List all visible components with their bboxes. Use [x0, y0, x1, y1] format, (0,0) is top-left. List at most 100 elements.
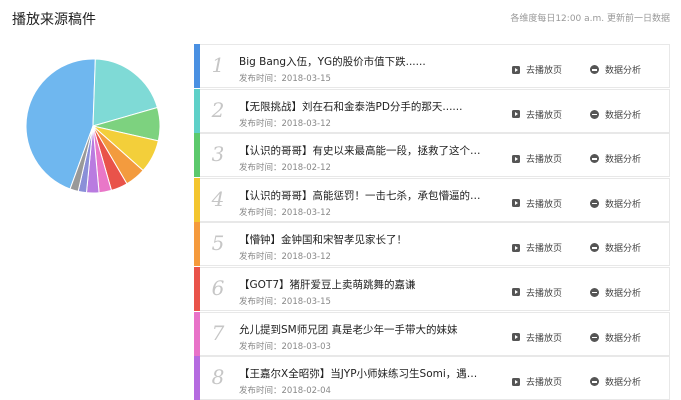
list-item: 6 【GOT7】猪肝爱豆上卖萌跳舞的嘉谦 发布时间：2018-03-15 去播放…: [194, 266, 670, 311]
go-play-page-button[interactable]: 去播放页: [512, 331, 562, 344]
publish-date-value: 2018-03-03: [281, 341, 331, 352]
go-play-page-label: 去播放页: [526, 66, 563, 76]
publish-date-prefix: 发布时间：: [239, 163, 282, 174]
go-play-page-button[interactable]: 去播放页: [512, 197, 562, 210]
go-play-page-button[interactable]: 去播放页: [512, 241, 562, 254]
publish-date: 发布时间：2018-02-12: [239, 161, 331, 173]
play-icon: [512, 199, 520, 208]
analysis-icon: [590, 377, 599, 387]
play-icon: [512, 243, 520, 252]
publish-date-prefix: 发布时间：: [239, 118, 282, 129]
list-item: 8 【王嘉尔X全昭弥】当JYP小师妹练习生Somi，遇到师... 发布时间：20…: [194, 356, 670, 400]
rank-number: 8: [211, 365, 225, 390]
data-analysis-label: 数据分析: [605, 378, 642, 389]
analysis-icon: [590, 154, 599, 164]
video-title[interactable]: 【GOT7】猪肝爱豆上卖萌跳舞的嘉谦: [239, 277, 487, 292]
go-play-page-button[interactable]: 去播放页: [512, 375, 562, 388]
go-play-page-label: 去播放页: [526, 244, 563, 255]
pie-svg: [25, 58, 161, 194]
publish-date: 发布时间：2018-02-04: [239, 384, 331, 396]
list-item: 5 【懵钟】金钟国和宋智孝见家长了！ 发布时间：2018-03-12 去播放页 …: [194, 222, 670, 267]
rank-color-bar: [194, 177, 200, 222]
data-analysis-button[interactable]: 数据分析: [590, 241, 641, 254]
go-play-page-button[interactable]: 去播放页: [512, 108, 562, 121]
analysis-icon: [590, 109, 599, 119]
data-analysis-label: 数据分析: [605, 244, 642, 255]
analysis-icon: [590, 287, 599, 297]
publish-date-value: 2018-03-15: [281, 296, 331, 307]
rank-number: 3: [211, 142, 225, 167]
go-play-page-label: 去播放页: [526, 333, 563, 344]
analysis-icon: [590, 243, 599, 253]
data-analysis-button[interactable]: 数据分析: [590, 375, 641, 388]
video-title[interactable]: 允儿提到SM师兄团 真是老少年一手带大的妹妹: [239, 322, 487, 337]
play-icon: [512, 288, 520, 297]
rank-color-bar: [194, 44, 200, 88]
data-analysis-button[interactable]: 数据分析: [590, 286, 641, 299]
data-analysis-button[interactable]: 数据分析: [590, 108, 641, 121]
list-item: 1 Big Bang入伍，YG的股价市值下跌...... 发布时间：2018-0…: [194, 44, 670, 88]
rank-color-bar: [194, 88, 200, 133]
publish-date: 发布时间：2018-03-12: [239, 250, 331, 262]
rank-number: 5: [211, 231, 225, 256]
rank-number: 6: [211, 275, 225, 300]
list-item: 2 【无限挑战】刘在石和金泰浩PD分手的那天...... 发布时间：2018-0…: [194, 88, 670, 133]
go-play-page-label: 去播放页: [526, 378, 563, 389]
update-note: 各维度每日12:00 a.m. 更新前一日数据: [510, 14, 670, 24]
publish-date-value: 2018-03-12: [281, 252, 331, 263]
data-analysis-button[interactable]: 数据分析: [590, 63, 641, 76]
publish-date-prefix: 发布时间：: [239, 386, 282, 397]
data-analysis-label: 数据分析: [605, 66, 642, 76]
go-play-page-button[interactable]: 去播放页: [512, 286, 562, 299]
publish-date: 发布时间：2018-03-03: [239, 340, 331, 352]
publish-date-prefix: 发布时间：: [239, 252, 282, 263]
video-title[interactable]: 【认识的哥哥】有史以来最高能一段，拯救了这个节目: [239, 143, 487, 158]
video-title[interactable]: 【懵钟】金钟国和宋智孝见家长了！: [239, 232, 487, 247]
play-icon: [512, 333, 520, 342]
rank-color-bar: [194, 222, 200, 267]
rank-color-bar: [194, 266, 200, 311]
play-icon: [512, 377, 520, 386]
data-analysis-label: 数据分析: [605, 288, 642, 299]
publish-date-value: 2018-03-12: [281, 207, 331, 218]
source-pie-chart: [24, 57, 162, 195]
rank-number: 4: [211, 186, 225, 211]
play-icon: [512, 110, 520, 119]
rank-color-bar: [194, 133, 200, 178]
list-item: 3 【认识的哥哥】有史以来最高能一段，拯救了这个节目 发布时间：2018-02-…: [194, 133, 670, 178]
data-analysis-button[interactable]: 数据分析: [590, 152, 641, 165]
publish-date: 发布时间：2018-03-15: [239, 72, 331, 84]
publish-date-prefix: 发布时间：: [239, 341, 282, 352]
video-title[interactable]: 【王嘉尔X全昭弥】当JYP小师妹练习生Somi，遇到师...: [239, 366, 487, 381]
analysis-icon: [590, 332, 599, 342]
publish-date-value: 2018-03-12: [281, 118, 331, 129]
analysis-icon: [590, 198, 599, 208]
go-play-page-label: 去播放页: [526, 199, 563, 210]
data-analysis-button[interactable]: 数据分析: [590, 197, 641, 210]
go-play-page-label: 去播放页: [526, 288, 563, 299]
data-analysis-button[interactable]: 数据分析: [590, 331, 641, 344]
video-title[interactable]: 【认识的哥哥】高能惩罚！一击七杀，承包懵逼的王...: [239, 188, 487, 203]
publish-date-value: 2018-02-12: [281, 163, 331, 174]
rank-number: 7: [211, 320, 225, 345]
data-analysis-label: 数据分析: [605, 333, 642, 344]
rank-number: 2: [211, 97, 225, 122]
data-analysis-label: 数据分析: [605, 110, 642, 121]
video-title[interactable]: 【无限挑战】刘在石和金泰浩PD分手的那天......: [239, 99, 487, 114]
page-title: 播放来源稿件: [12, 12, 96, 28]
video-title[interactable]: Big Bang入伍，YG的股价市值下跌......: [239, 54, 487, 69]
go-play-page-button[interactable]: 去播放页: [512, 152, 562, 165]
go-play-page-label: 去播放页: [526, 110, 563, 121]
publish-date-prefix: 发布时间：: [239, 296, 282, 307]
analysis-icon: [590, 65, 599, 74]
publish-date: 发布时间：2018-03-12: [239, 117, 331, 129]
publish-date-value: 2018-02-04: [281, 386, 331, 397]
source-video-list: 1 Big Bang入伍，YG的股价市值下跌...... 发布时间：2018-0…: [194, 44, 670, 400]
publish-date-prefix: 发布时间：: [239, 74, 282, 84]
go-play-page-label: 去播放页: [526, 155, 563, 166]
list-item: 4 【认识的哥哥】高能惩罚！一击七杀，承包懵逼的王... 发布时间：2018-0…: [194, 177, 670, 222]
publish-date: 发布时间：2018-03-12: [239, 206, 331, 218]
publish-date-prefix: 发布时间：: [239, 207, 282, 218]
publish-date-value: 2018-03-15: [281, 74, 331, 84]
go-play-page-button[interactable]: 去播放页: [512, 63, 562, 76]
